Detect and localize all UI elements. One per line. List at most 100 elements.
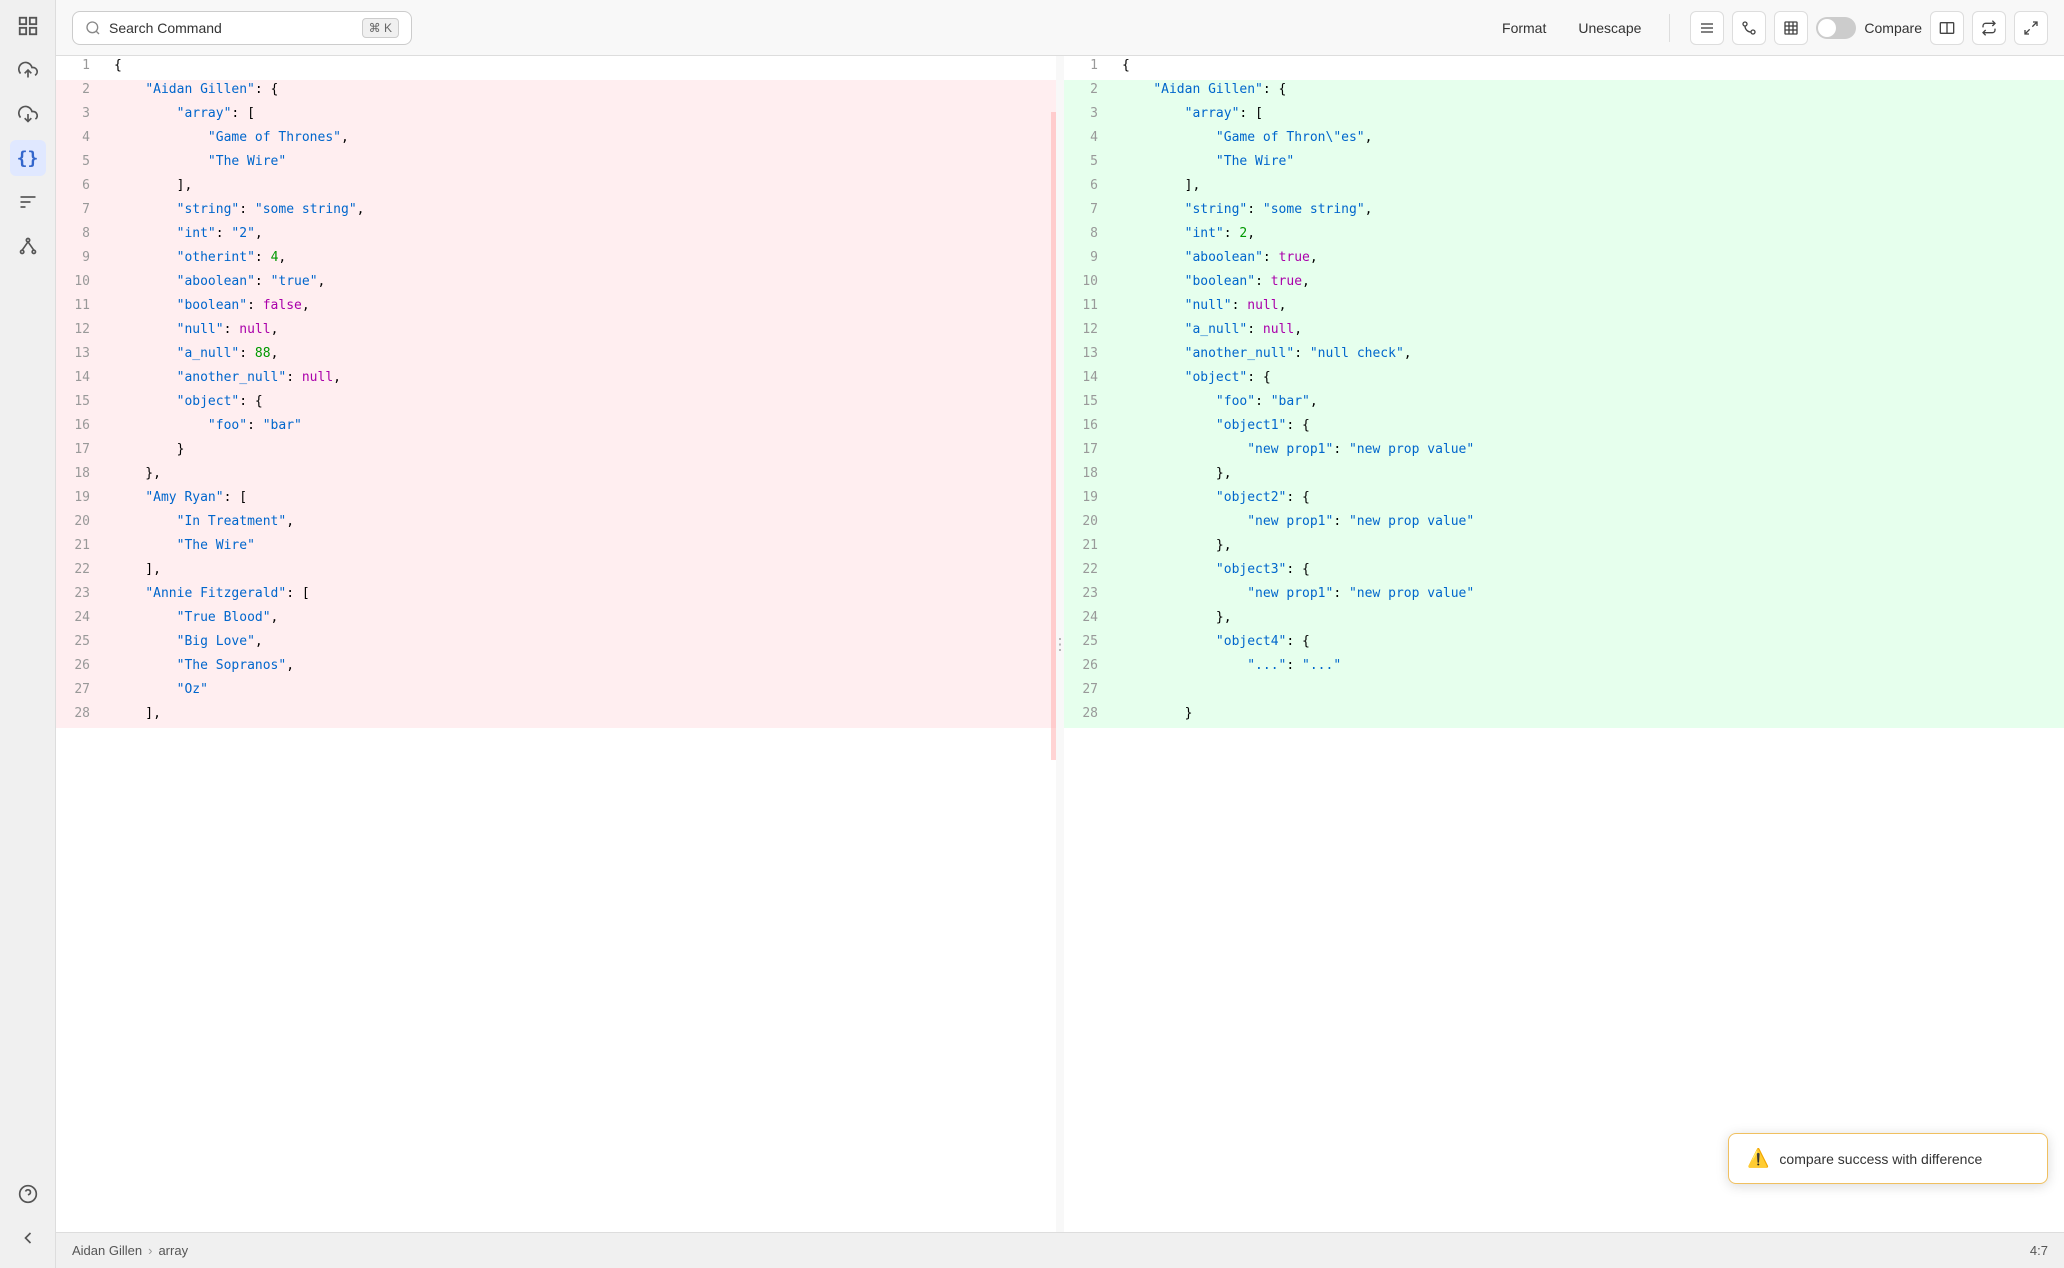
line-number: 4 (56, 128, 106, 152)
line-content: "object": { (106, 392, 1056, 416)
sidebar-icon-collapse[interactable] (10, 1220, 46, 1256)
compare-label: Compare (1864, 20, 1922, 36)
table-icon-btn[interactable] (1774, 11, 1808, 45)
line-number: 19 (1064, 488, 1114, 512)
line-content: "Game of Thrones", (106, 128, 1056, 152)
line-number: 20 (1064, 512, 1114, 536)
line-content: "object1": { (1114, 416, 2064, 440)
line-content: "object4": { (1114, 632, 2064, 656)
line-number: 4 (1064, 128, 1114, 152)
breadcrumb: Aidan Gillen › array (72, 1243, 188, 1258)
line-content: "new prop1": "new prop value" (1114, 512, 2064, 536)
line-number: 7 (56, 200, 106, 224)
line-number: 3 (56, 104, 106, 128)
line-content: }, (1114, 608, 2064, 632)
line-number: 24 (56, 608, 106, 632)
line-number: 19 (56, 488, 106, 512)
unescape-button[interactable]: Unescape (1570, 16, 1649, 40)
menu-icon (1699, 20, 1715, 36)
left-code-scroll[interactable]: 1{2 "Aidan Gillen": {3 "array": [4 "Game… (56, 56, 1056, 1232)
toast-warning-icon: ⚠️ (1747, 1148, 1769, 1169)
right-code-scroll[interactable]: 1{2 "Aidan Gillen": {3 "array": [4 "Game… (1064, 56, 2064, 1232)
line-number: 10 (1064, 272, 1114, 296)
search-bar[interactable]: Search Command ⌘ K (72, 11, 412, 45)
line-content: "Amy Ryan": [ (106, 488, 1056, 512)
line-number: 11 (1064, 296, 1114, 320)
sidebar-icon-sort[interactable] (10, 184, 46, 220)
line-content: "The Wire" (1114, 152, 2064, 176)
line-content: "object3": { (1114, 560, 2064, 584)
line-content: }, (1114, 536, 2064, 560)
format-button[interactable]: Format (1494, 16, 1554, 40)
sidebar-icon-network[interactable] (10, 228, 46, 264)
breadcrumb-chevron: › (148, 1243, 152, 1258)
line-number: 11 (56, 296, 106, 320)
right-code-table: 1{2 "Aidan Gillen": {3 "array": [4 "Game… (1064, 56, 2064, 728)
compare-toggle[interactable] (1816, 17, 1856, 39)
sidebar-icon-download[interactable] (10, 96, 46, 132)
line-number: 14 (56, 368, 106, 392)
left-pane-wrapper: 1{2 "Aidan Gillen": {3 "array": [4 "Game… (56, 56, 1056, 1232)
branch-icon-btn[interactable] (1732, 11, 1766, 45)
line-content: "Annie Fitzgerald": [ (106, 584, 1056, 608)
line-number: 22 (1064, 560, 1114, 584)
search-icon (85, 20, 101, 36)
breadcrumb-item1: Aidan Gillen (72, 1243, 142, 1258)
line-number: 23 (56, 584, 106, 608)
line-content: "aboolean": true, (1114, 248, 2064, 272)
line-number: 21 (56, 536, 106, 560)
sidebar-icon-help[interactable] (10, 1176, 46, 1212)
fullscreen-icon-btn[interactable] (2014, 11, 2048, 45)
line-number: 8 (56, 224, 106, 248)
line-content: "Aidan Gillen": { (106, 80, 1056, 104)
menu-icon-btn[interactable] (1690, 11, 1724, 45)
line-number: 2 (56, 80, 106, 104)
line-content: "The Sopranos", (106, 656, 1056, 680)
line-content (1114, 680, 2064, 704)
left-code-table: 1{2 "Aidan Gillen": {3 "array": [4 "Game… (56, 56, 1056, 728)
line-number: 21 (1064, 536, 1114, 560)
line-number: 15 (1064, 392, 1114, 416)
table-icon (1783, 20, 1799, 36)
line-content: "In Treatment", (106, 512, 1056, 536)
split-view-icon (1939, 20, 1955, 36)
line-number: 1 (1064, 56, 1114, 80)
line-number: 27 (56, 680, 106, 704)
line-content: "null": null, (106, 320, 1056, 344)
line-content: "boolean": false, (106, 296, 1056, 320)
sidebar-icon-file[interactable] (10, 8, 46, 44)
line-content: "The Wire" (106, 536, 1056, 560)
line-number: 5 (56, 152, 106, 176)
line-content: "another_null": null, (106, 368, 1056, 392)
line-content: "a_null": null, (1114, 320, 2064, 344)
line-number: 23 (1064, 584, 1114, 608)
line-number: 13 (56, 344, 106, 368)
line-number: 1 (56, 56, 106, 80)
sidebar-icon-upload[interactable] (10, 52, 46, 88)
line-number: 12 (56, 320, 106, 344)
line-content: "string": "some string", (1114, 200, 2064, 224)
line-number: 5 (1064, 152, 1114, 176)
line-number: 9 (1064, 248, 1114, 272)
swap-icon-btn[interactable] (1972, 11, 2006, 45)
cursor-position: 4:7 (2030, 1243, 2048, 1258)
line-content: "array": [ (1114, 104, 2064, 128)
line-number: 8 (1064, 224, 1114, 248)
braces-icon: {} (17, 148, 39, 169)
status-bar: Aidan Gillen › array 4:7 (56, 1232, 2064, 1268)
search-shortcut: ⌘ K (362, 18, 399, 38)
line-content: "...": "..." (1114, 656, 2064, 680)
line-number: 26 (56, 656, 106, 680)
sidebar-icon-braces[interactable]: {} (10, 140, 46, 176)
pane-resizer[interactable] (1056, 56, 1064, 1232)
split-view-icon-btn[interactable] (1930, 11, 1964, 45)
line-number: 14 (1064, 368, 1114, 392)
line-number: 24 (1064, 608, 1114, 632)
line-content: } (1114, 704, 2064, 728)
line-number: 6 (56, 176, 106, 200)
line-number: 16 (1064, 416, 1114, 440)
line-number: 18 (56, 464, 106, 488)
line-content: ], (1114, 176, 2064, 200)
line-number: 20 (56, 512, 106, 536)
line-number: 7 (1064, 200, 1114, 224)
